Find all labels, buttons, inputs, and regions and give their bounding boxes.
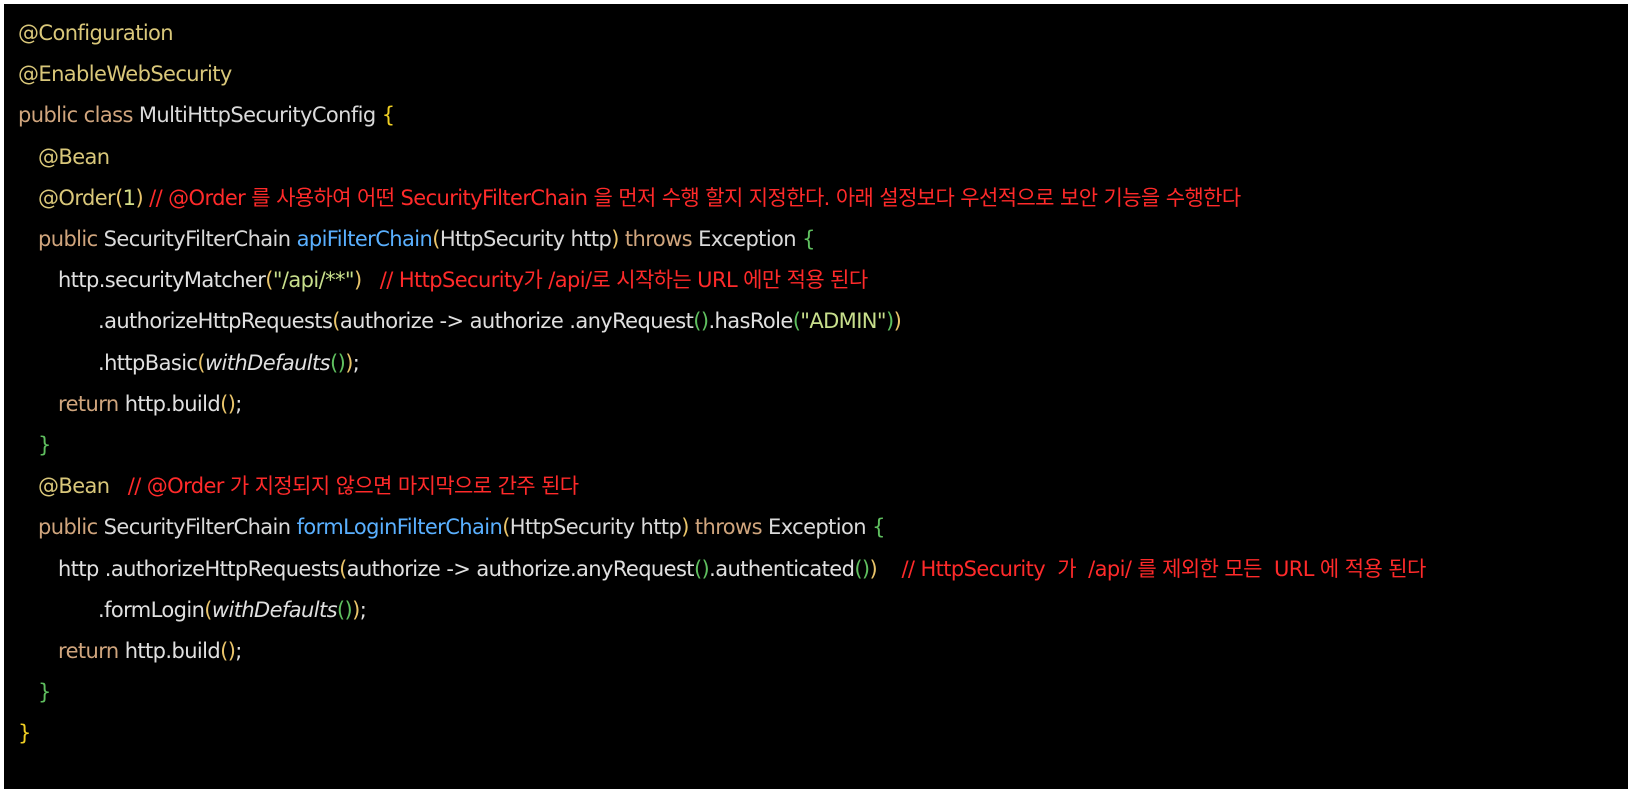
code-token: ) (611, 227, 625, 251)
code-token: .authenticated (709, 556, 855, 581)
code-line: } (18, 712, 31, 754)
code-line: http.securityMatcher("/api/**") // HttpS… (58, 259, 868, 301)
code-token: withDefaults (211, 597, 338, 622)
code-token: HttpSecurity http (509, 515, 682, 540)
code-line: .authorizeHttpRequests(authorize -> auth… (98, 300, 902, 342)
code-token: .formLogin (98, 597, 205, 622)
code-token: } (38, 680, 51, 705)
code-line: @EnableWebSecurity (18, 53, 232, 95)
code-line: return http.build(); (58, 630, 242, 672)
code-token: public (38, 515, 104, 540)
code-token: () (220, 639, 236, 663)
code-line: http .authorizeHttpRequests(authorize ->… (58, 548, 1426, 590)
code-token: ( (204, 597, 212, 622)
code-line: public SecurityFilterChain apiFilterChai… (38, 218, 815, 260)
code-token: Exception (768, 515, 873, 540)
code-token: apiFilterChain (296, 227, 433, 251)
code-token: () (693, 556, 710, 581)
code-line: @Order(1) // @Order 를 사용하여 어떤 SecurityFi… (38, 177, 1241, 219)
code-token: ) (885, 309, 894, 334)
code-token: return (58, 391, 125, 416)
code-token: public class (18, 103, 139, 128)
code-token: ) (353, 268, 380, 293)
code-token: { (872, 515, 885, 540)
code-token: () (330, 350, 346, 375)
code-token: () (854, 556, 870, 581)
code-token: MultiHttpSecurityConfig (138, 103, 382, 128)
code-line: } (38, 671, 51, 713)
code-token: ( (432, 227, 440, 251)
code-line: public class MultiHttpSecurityConfig { (18, 94, 395, 136)
code-token: ; (359, 597, 367, 622)
code-token: return (58, 639, 125, 663)
code-line: public SecurityFilterChain formLoginFilt… (38, 506, 885, 548)
code-token: () (336, 597, 353, 622)
code-token: @Bean (38, 144, 110, 169)
code-token: } (38, 433, 51, 457)
code-token: SecurityFilterChain (103, 227, 297, 251)
code-token: ) (681, 515, 695, 540)
code-line: @Configuration (18, 12, 174, 54)
code-token: ) (893, 309, 902, 334)
code-token: ) (869, 556, 902, 581)
code-token: .httpBasic (98, 350, 198, 375)
code-token: ) (352, 597, 360, 622)
code-token: withDefaults (204, 350, 331, 375)
code-token: http.securityMatcher (58, 268, 266, 293)
code-token: ( (115, 185, 123, 210)
code-token: @EnableWebSecurity (18, 62, 232, 87)
code-token: () (693, 309, 709, 334)
code-token: .hasRole (708, 309, 793, 334)
code-token: ; (235, 391, 242, 416)
code-line: @Bean (38, 136, 110, 178)
code-comment: // @Order 가 지정되지 않으면 마지막으로 간주 된다 (127, 474, 579, 499)
code-token: "ADMIN" (800, 309, 886, 334)
code-token: ) (345, 350, 353, 375)
code-token: ( (265, 268, 273, 293)
code-token: throws (624, 227, 699, 251)
code-comment: // @Order 를 사용하여 어떤 SecurityFilterChain … (149, 185, 1241, 210)
code-token: authorize -> authorize.anyRequest (346, 556, 695, 581)
code-token: 1 (122, 185, 136, 210)
code-token: .authorizeHttpRequests (98, 309, 333, 334)
code-token: throws (694, 515, 769, 540)
code-token: formLoginFilterChain (296, 515, 503, 540)
code-token: ) (135, 185, 150, 210)
code-token: { (381, 103, 395, 128)
code-token: SecurityFilterChain (103, 515, 297, 540)
code-line: @Bean // @Order 가 지정되지 않으면 마지막으로 간주 된다 (38, 465, 579, 507)
code-token: Exception (698, 227, 803, 251)
code-token: public (38, 227, 104, 251)
code-comment: // HttpSecurity가 /api/로 시작하는 URL 에만 적용 된… (379, 268, 868, 293)
code-token: http.build (124, 639, 221, 663)
code-token: "/api/**" (272, 268, 355, 293)
code-token: { (802, 227, 815, 251)
code-token: () (220, 391, 236, 416)
code-token: @Configuration (18, 21, 174, 45)
code-block: @Configuration @EnableWebSecurity public c… (4, 4, 1628, 789)
code-token: http.build (124, 391, 221, 416)
code-line: .formLogin(withDefaults()); (98, 589, 367, 631)
code-token: @Order (38, 185, 116, 210)
code-token: } (18, 721, 31, 746)
code-token: ( (339, 556, 347, 581)
code-token: @Bean (38, 474, 128, 499)
code-token: ( (502, 515, 510, 540)
code-line: } (38, 424, 51, 466)
code-token: ; (235, 639, 242, 663)
code-token: ( (332, 309, 340, 334)
code-token: HttpSecurity http (439, 227, 612, 251)
code-line: return http.build(); (58, 383, 242, 425)
code-token: ( (197, 350, 205, 375)
code-token: authorize -> authorize .anyRequest (339, 309, 694, 334)
code-line: .httpBasic(withDefaults()); (98, 342, 360, 384)
code-token: http .authorizeHttpRequests (58, 556, 340, 581)
code-token: ; (352, 350, 360, 375)
code-comment: // HttpSecurity 가 /api/ 를 제외한 모든 URL 에 적… (901, 556, 1426, 581)
